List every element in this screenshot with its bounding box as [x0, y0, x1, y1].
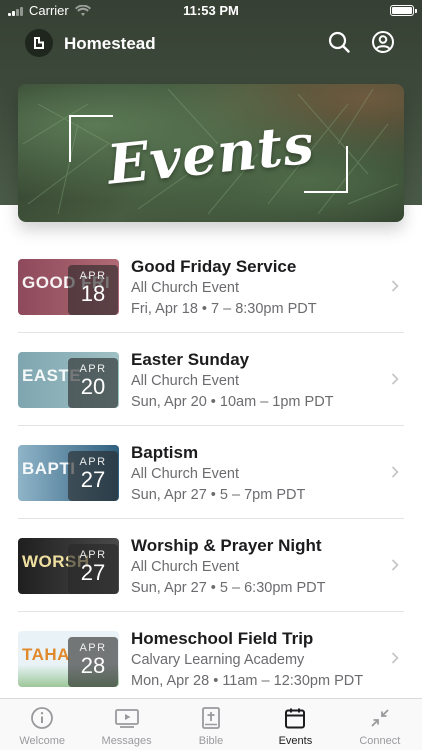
- search-icon[interactable]: [327, 30, 351, 54]
- chevron-right-icon: [391, 280, 399, 292]
- battery-icon: [390, 5, 417, 16]
- tab-label: Events: [278, 735, 313, 747]
- date-badge: APR 27: [68, 544, 118, 594]
- event-row[interactable]: BAPTI APR 27 Baptism All Church Event Su…: [0, 426, 422, 519]
- date-month: APR: [79, 642, 107, 654]
- event-time: Sun, Apr 27 • 5 – 7pm PDT: [131, 487, 306, 503]
- date-badge: APR 27: [68, 451, 118, 501]
- event-row[interactable]: WORSH APR 27 Worship & Prayer Night All …: [0, 519, 422, 612]
- thumbnail-text: TAHA: [22, 645, 70, 664]
- event-title: Homeschool Field Trip: [131, 629, 314, 648]
- date-day: 18: [80, 281, 106, 306]
- event-row[interactable]: GOOD FRI APR 18 Good Friday Service All …: [0, 240, 422, 333]
- tab-connect[interactable]: Connect: [338, 699, 422, 750]
- date-month: APR: [79, 363, 107, 375]
- calendar-icon: [285, 708, 306, 729]
- event-thumbnail: TAHA APR 28: [18, 631, 119, 687]
- tab-label: Messages: [101, 735, 152, 747]
- event-subtitle: All Church Event: [131, 373, 239, 389]
- tab-label: Connect: [359, 735, 401, 747]
- chevron-right-icon: [391, 466, 399, 478]
- event-row[interactable]: EASTE APR 20 Easter Sunday All Church Ev…: [0, 333, 422, 426]
- date-month: APR: [79, 270, 107, 282]
- date-badge: APR 18: [68, 265, 118, 315]
- info-circle-icon: [31, 707, 54, 729]
- app-title: Homestead: [64, 34, 156, 53]
- video-play-icon: [114, 709, 139, 728]
- tab-events[interactable]: Events: [253, 699, 337, 750]
- event-title: Good Friday Service: [131, 257, 297, 276]
- date-day: 27: [80, 560, 106, 585]
- event-title: Baptism: [131, 443, 199, 462]
- date-day: 28: [80, 653, 106, 678]
- date-month: APR: [79, 456, 107, 468]
- event-subtitle: All Church Event: [131, 466, 239, 482]
- date-badge: APR 28: [68, 637, 118, 687]
- homestead-logo-icon: [34, 37, 44, 49]
- tab-label: Welcome: [19, 735, 66, 747]
- event-thumbnail: BAPTI APR 27: [18, 445, 119, 501]
- event-thumbnail: GOOD FRI APR 18: [18, 259, 119, 315]
- events-banner: Events: [18, 84, 404, 222]
- tab-bar: Welcome Messages Bible Events Connect: [0, 698, 422, 750]
- tab-messages[interactable]: Messages: [84, 699, 168, 750]
- event-time: Fri, Apr 18 • 7 – 8:30pm PDT: [131, 301, 317, 317]
- event-row[interactable]: TAHA APR 28 Homeschool Field Trip Calvar…: [0, 612, 422, 705]
- chevron-right-icon: [391, 652, 399, 664]
- app-logo[interactable]: [25, 29, 53, 57]
- event-time: Mon, Apr 28 • 11am – 12:30pm PDT: [131, 673, 364, 689]
- chevron-right-icon: [391, 373, 399, 385]
- tab-bible[interactable]: Bible: [169, 699, 253, 750]
- date-day: 27: [80, 467, 106, 492]
- event-subtitle: All Church Event: [131, 559, 239, 575]
- event-subtitle: Calvary Learning Academy: [131, 652, 305, 668]
- date-badge: APR 20: [68, 358, 118, 408]
- tab-welcome[interactable]: Welcome: [0, 699, 84, 750]
- date-day: 20: [80, 374, 106, 399]
- event-subtitle: All Church Event: [131, 280, 239, 296]
- date-month: APR: [79, 549, 107, 561]
- status-bar: Carrier 11:53 PM: [0, 0, 422, 22]
- nav-bar: Homestead: [0, 26, 422, 62]
- event-title: Worship & Prayer Night: [131, 536, 322, 555]
- event-title: Easter Sunday: [131, 350, 250, 369]
- status-time: 11:53 PM: [183, 3, 239, 18]
- profile-icon[interactable]: [371, 30, 395, 54]
- tab-label: Bible: [198, 735, 224, 747]
- event-time: Sun, Apr 27 • 5 – 6:30pm PDT: [131, 580, 326, 596]
- event-time: Sun, Apr 20 • 10am – 1pm PDT: [131, 394, 334, 410]
- chevron-right-icon: [391, 559, 399, 571]
- event-thumbnail: WORSH APR 27: [18, 538, 119, 594]
- connect-arrows-icon: [371, 709, 389, 727]
- event-list: GOOD FRI APR 18 Good Friday Service All …: [0, 240, 422, 705]
- bible-cross-icon: [202, 707, 220, 729]
- event-thumbnail: EASTE APR 20: [18, 352, 119, 408]
